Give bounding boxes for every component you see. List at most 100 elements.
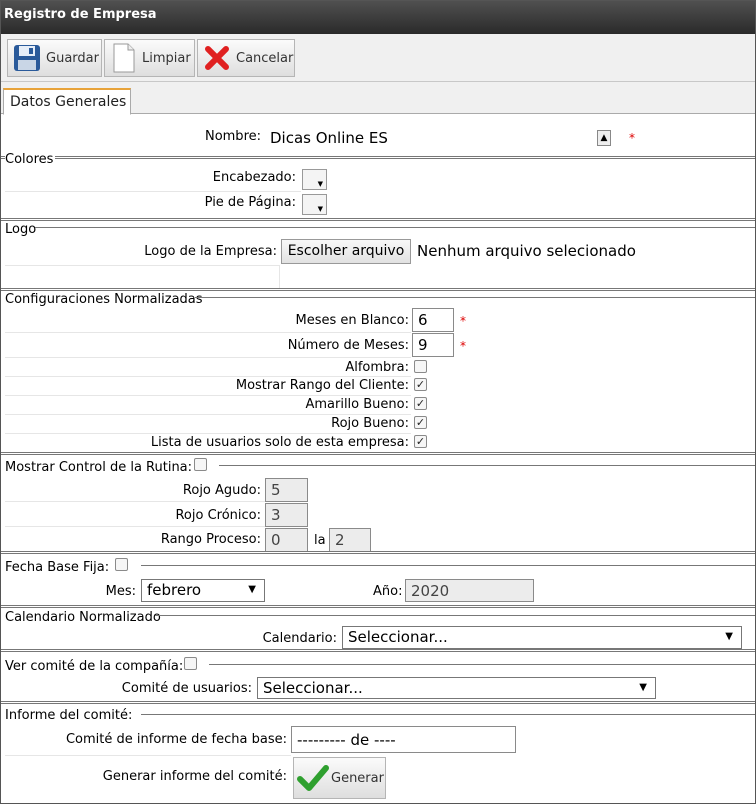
blank-page-icon bbox=[113, 43, 135, 73]
green-checkmark-icon bbox=[297, 765, 329, 791]
choose-file-button[interactable]: Escolher arquivo bbox=[281, 239, 411, 264]
committee-title: Ver comité de la compañía: bbox=[5, 659, 186, 674]
chronic-input[interactable]: 3 bbox=[265, 503, 308, 527]
report-title: Informe del comité: bbox=[5, 708, 135, 723]
row-separator bbox=[5, 395, 411, 396]
report-base-date-input[interactable]: --------- de ---- bbox=[291, 726, 516, 753]
toolbar: Guardar Limpiar Cancelar bbox=[1, 34, 755, 82]
tab-datos-generales[interactable]: Datos Generales bbox=[3, 88, 131, 115]
config-title: Configuraciones Normalizadas bbox=[5, 292, 205, 307]
nombre-input[interactable]: Dicas Online ES ▲ bbox=[265, 127, 622, 149]
company-users-label: Lista de usuarios solo de esta empresa: bbox=[150, 435, 409, 450]
base-date-divider bbox=[1, 551, 755, 554]
header-color-label: Encabezado: bbox=[212, 170, 296, 185]
cancel-button-label: Cancelar bbox=[236, 50, 294, 66]
routine-checkbox[interactable] bbox=[194, 458, 207, 471]
registro-empresa-window: Registro de Empresa Guardar Limpiar Canc… bbox=[0, 0, 756, 804]
floppy-disk-icon bbox=[14, 45, 40, 71]
routine-divider bbox=[1, 452, 755, 455]
year-input[interactable]: 2020 bbox=[405, 579, 534, 602]
committee-title-line bbox=[209, 664, 755, 665]
save-button[interactable]: Guardar bbox=[7, 39, 102, 77]
report-title-line bbox=[141, 714, 755, 715]
calendar-value: Seleccionar... bbox=[348, 628, 448, 646]
row-separator bbox=[5, 376, 411, 377]
base-date-title: Fecha Base Fija: bbox=[5, 560, 112, 575]
calendar-select[interactable]: Seleccionar... ▼ bbox=[342, 626, 742, 649]
year-label: Año: bbox=[373, 584, 403, 599]
base-date-title-line bbox=[141, 565, 755, 566]
generate-button[interactable]: Generar bbox=[293, 757, 386, 799]
clear-button[interactable]: Limpiar bbox=[104, 39, 195, 77]
committee-select[interactable]: Seleccionar... ▼ bbox=[257, 677, 656, 699]
cancel-button[interactable]: Cancelar bbox=[197, 39, 295, 77]
committee-value: Seleccionar... bbox=[263, 679, 363, 697]
footer-color-label: Pie de Página: bbox=[204, 195, 296, 210]
row-separator bbox=[5, 414, 411, 415]
report-base-date-label: Comité de informe de fecha base: bbox=[65, 732, 287, 747]
row-separator bbox=[5, 501, 265, 502]
chevron-down-icon: ▼ bbox=[639, 682, 647, 693]
calendar-title-line bbox=[155, 615, 755, 616]
report-divider bbox=[1, 701, 755, 704]
carpet-label: Alfombra: bbox=[345, 360, 409, 375]
num-months-label: Número de Meses: bbox=[287, 338, 409, 353]
month-value: febrero bbox=[147, 581, 202, 599]
row-separator bbox=[5, 526, 265, 527]
file-status-text: Nenhum arquivo selecionado bbox=[417, 242, 636, 260]
range-label: Rango Proceso: bbox=[160, 532, 261, 547]
num-months-required-marker: * bbox=[460, 339, 466, 353]
month-select[interactable]: febrero ▼ bbox=[141, 579, 265, 602]
base-date-checkbox[interactable] bbox=[115, 558, 128, 571]
committee-checkbox[interactable] bbox=[184, 657, 197, 670]
row-separator bbox=[5, 755, 291, 756]
config-divider bbox=[1, 288, 755, 291]
logo-divider bbox=[1, 218, 755, 221]
range-separator-text: la bbox=[314, 533, 326, 548]
chronic-label: Rojo Crónico: bbox=[175, 508, 261, 523]
calendar-title: Calendario Normalizado bbox=[5, 610, 163, 625]
window-title: Registro de Empresa bbox=[1, 1, 755, 34]
generate-label: Generar informe del comité: bbox=[102, 769, 287, 784]
logo-title: Logo bbox=[5, 222, 39, 237]
chevron-down-icon: ▼ bbox=[317, 205, 323, 213]
month-label: Mes: bbox=[105, 584, 136, 599]
yellow-good-checkbox[interactable]: ✓ bbox=[414, 397, 427, 410]
red-x-icon bbox=[205, 46, 229, 70]
acute-label: Rojo Agudo: bbox=[182, 483, 261, 498]
blank-months-label: Meses en Blanco: bbox=[295, 313, 409, 328]
row-separator bbox=[5, 357, 411, 358]
clear-button-label: Limpiar bbox=[142, 50, 191, 66]
generate-button-label: Generar bbox=[331, 770, 384, 786]
red-good-label: Rojo Bueno: bbox=[331, 416, 409, 431]
save-button-label: Guardar bbox=[46, 50, 99, 66]
company-users-checkbox[interactable]: ✓ bbox=[414, 435, 427, 448]
row-separator bbox=[5, 332, 411, 333]
range-from-input[interactable]: 0 bbox=[265, 528, 308, 552]
colores-title: Colores bbox=[5, 152, 56, 167]
routine-title-line bbox=[219, 465, 755, 466]
colores-divider bbox=[1, 156, 755, 159]
chevron-down-icon: ▼ bbox=[725, 631, 733, 642]
row-separator bbox=[5, 191, 301, 192]
routine-title: Mostrar Control de la Rutina: bbox=[5, 460, 195, 475]
column-guide bbox=[279, 265, 280, 288]
row-separator bbox=[5, 265, 279, 266]
committee-divider bbox=[1, 649, 755, 652]
red-good-checkbox[interactable]: ✓ bbox=[414, 416, 427, 429]
header-color-picker[interactable]: ▼ bbox=[302, 169, 327, 190]
footer-color-picker[interactable]: ▼ bbox=[302, 194, 327, 215]
acute-input[interactable]: 5 bbox=[265, 478, 308, 502]
nombre-value: Dicas Online ES bbox=[270, 129, 388, 147]
client-range-checkbox[interactable]: ✓ bbox=[414, 378, 427, 391]
config-title-line bbox=[195, 297, 755, 298]
carpet-checkbox[interactable] bbox=[414, 360, 427, 373]
chevron-down-icon: ▼ bbox=[248, 584, 256, 595]
committee-label: Comité de usuarios: bbox=[121, 681, 252, 696]
calendar-label: Calendario: bbox=[262, 631, 337, 646]
chevron-down-icon: ▼ bbox=[317, 180, 323, 188]
num-months-input[interactable]: 9 bbox=[412, 333, 454, 357]
range-to-input[interactable]: 2 bbox=[329, 528, 371, 552]
logo-title-line bbox=[35, 227, 755, 228]
blank-months-input[interactable]: 6 bbox=[412, 308, 454, 332]
